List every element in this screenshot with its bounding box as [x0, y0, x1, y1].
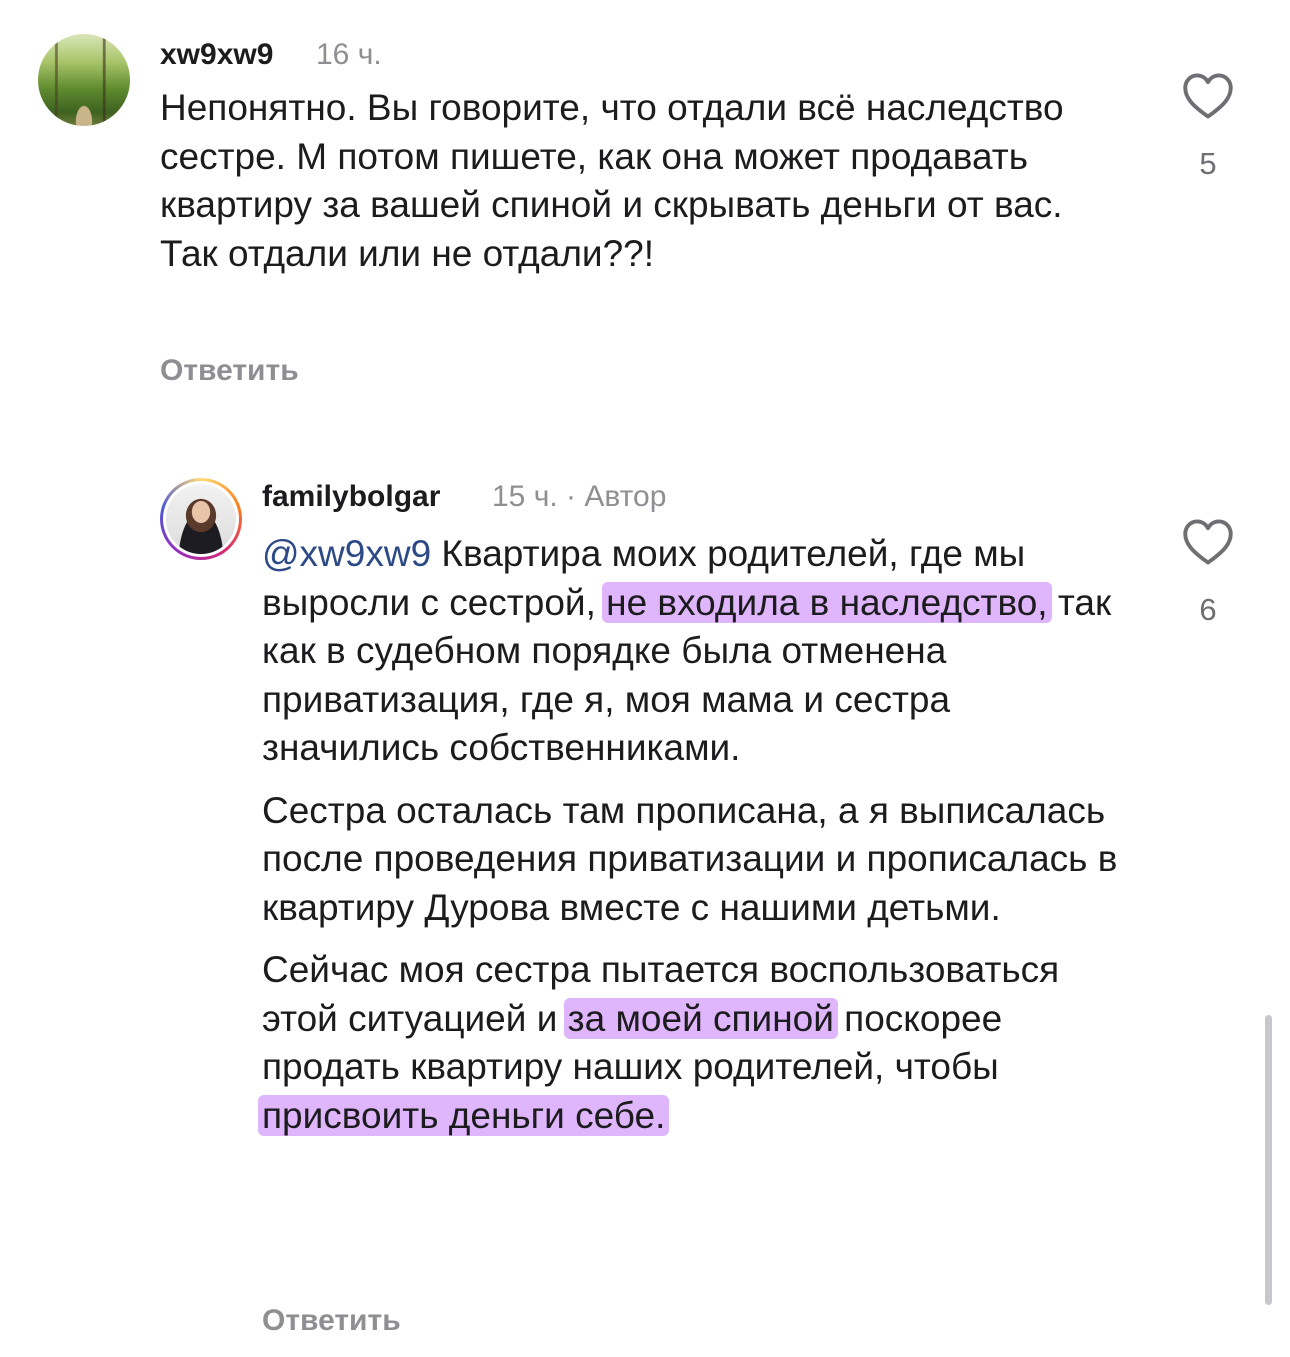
meta-separator: ·	[566, 480, 577, 513]
comment-timestamp: 16 ч.	[316, 38, 382, 71]
reply-paragraph-3: Сейчас моя сестра пытается воспользовать…	[258, 946, 1122, 1140]
reply-paragraph-2: Сестра осталась там прописана, а я выпис…	[262, 789, 1118, 928]
reply-button[interactable]: Ответить	[160, 354, 299, 388]
scrollbar[interactable]	[1265, 1015, 1272, 1305]
reply-button[interactable]: Ответить	[262, 1304, 401, 1338]
like-count: 6	[1199, 592, 1217, 627]
highlighted-text: присвоить деньги себе.	[258, 1094, 670, 1136]
mention-link[interactable]: @xw9xw9	[262, 533, 431, 574]
reply-paragraph-1: @xw9xw9 Квартира моих родителей, где мы …	[262, 530, 1122, 773]
highlighted-text: не входила в наследство,	[602, 581, 1052, 623]
comment-text: Непонятно. Вы говорите, что отдали всё н…	[160, 87, 1064, 274]
avatar-story-ring	[163, 481, 239, 557]
commenter-avatar[interactable]	[38, 34, 130, 126]
heart-icon[interactable]	[1182, 518, 1234, 566]
heart-icon[interactable]	[1182, 72, 1234, 120]
like-count: 5	[1199, 146, 1217, 181]
reply-time: 15 ч.	[492, 480, 558, 513]
person-avatar-image	[166, 484, 236, 554]
author-badge: Автор	[584, 480, 667, 513]
highlighted-text: за моей спиной	[563, 997, 838, 1039]
author-avatar[interactable]	[160, 478, 242, 560]
reply-timestamp: 15 ч. · Автор	[492, 480, 666, 514]
reply-text: @xw9xw9 Квартира моих родителей, где мы …	[258, 530, 1122, 1154]
reply-username[interactable]: familybolgar	[262, 480, 440, 514]
comment-username[interactable]: xw9xw9	[160, 38, 273, 72]
